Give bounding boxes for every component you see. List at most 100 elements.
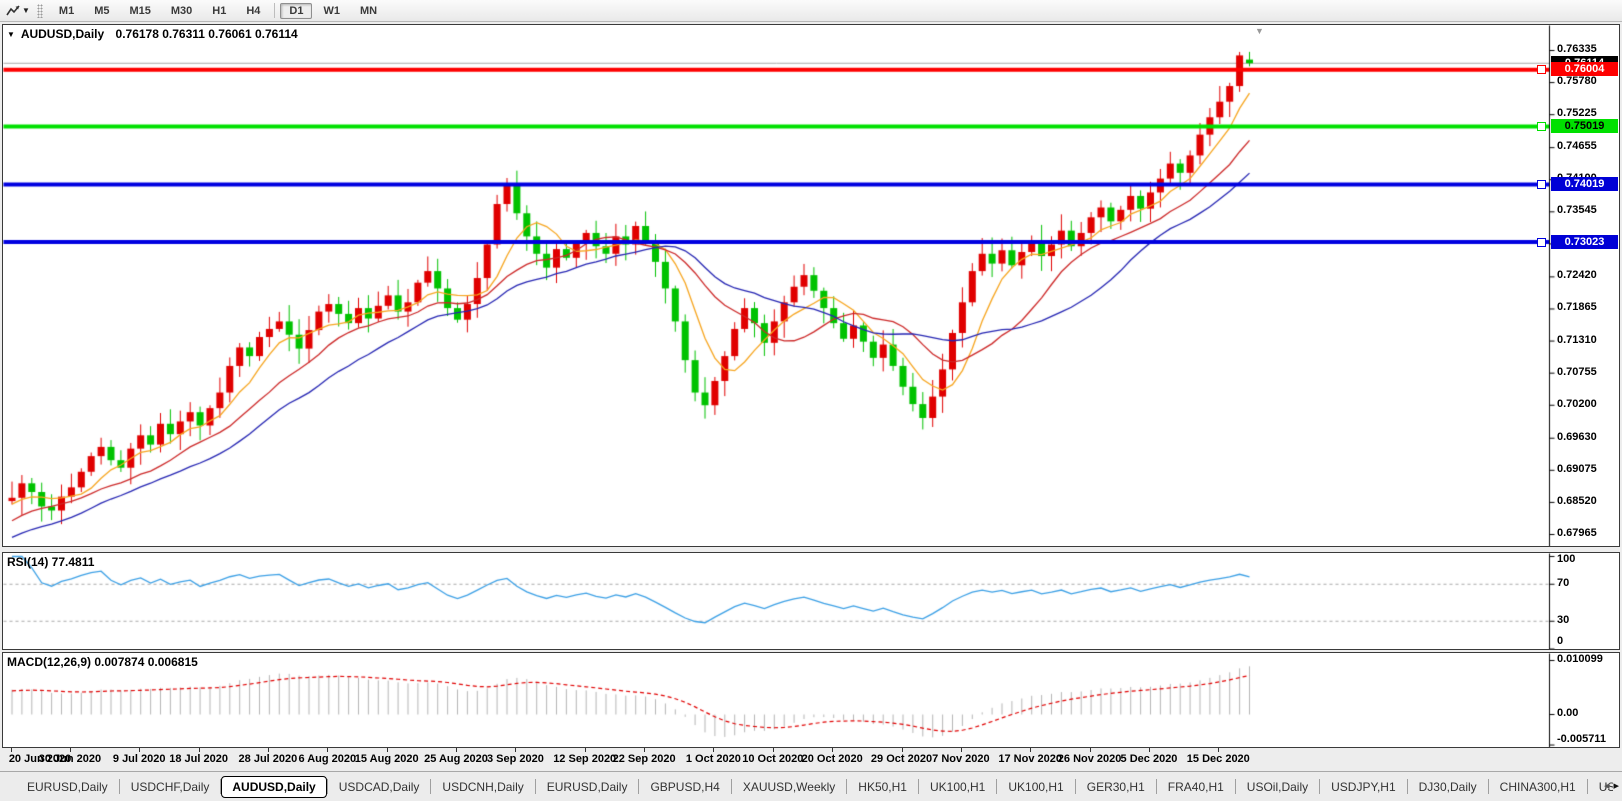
date-tick <box>902 748 903 752</box>
macd-axis-label: -0.005711 <box>1557 733 1619 746</box>
rsi-label: RSI(14) 77.4811 <box>7 555 94 569</box>
chart-tab-uk100-h1[interactable]: UK100,H1 <box>997 776 1074 798</box>
chart-tab-ger30-h1[interactable]: GER30,H1 <box>1076 776 1156 798</box>
date-label: 7 Nov 2020 <box>921 753 1001 765</box>
macd-axis-label: 0.010099 <box>1557 653 1619 666</box>
price-line-badge-076004[interactable]: 0.76004 <box>1551 62 1618 76</box>
price-axis-label: 0.73545 <box>1557 204 1619 217</box>
price-axis-label: 0.72420 <box>1557 269 1619 282</box>
date-axis: 20 Jun 202030 Jun 20209 Jul 202018 Jul 2… <box>2 748 1620 770</box>
price-axis-label: 0.76335 <box>1557 43 1619 56</box>
collapse-triangle-icon[interactable]: ▼ <box>7 30 15 39</box>
date-tick <box>327 748 328 752</box>
macd-canvas[interactable] <box>3 653 1619 747</box>
date-label: 18 Jul 2020 <box>159 753 239 765</box>
chart-tab-uk100-h1[interactable]: UK100,H1 <box>919 776 996 798</box>
chart-tab-hk50-h1[interactable]: HK50,H1 <box>847 776 918 798</box>
date-tick <box>11 748 12 752</box>
chart-tab-usoil-daily[interactable]: USOil,Daily <box>1236 776 1319 798</box>
chart-tab-usdcnh-daily[interactable]: USDCNH,Daily <box>431 776 534 798</box>
rsi-axis-label: 70 <box>1557 577 1619 590</box>
timeframe-button-mn[interactable]: MN <box>351 3 386 19</box>
date-tick <box>1030 748 1031 752</box>
date-tick <box>456 748 457 752</box>
date-tick <box>644 748 645 752</box>
main-chart-canvas[interactable] <box>3 25 1619 546</box>
date-label: 20 Oct 2020 <box>792 753 872 765</box>
timeframe-button-m15[interactable]: M15 <box>120 3 159 19</box>
tabs-scroll-left-icon[interactable]: ◂ <box>1604 779 1610 792</box>
price-line-badge-075019[interactable]: 0.75019 <box>1551 119 1618 133</box>
date-label: 15 Aug 2020 <box>347 753 427 765</box>
price-axis-label: 0.67965 <box>1557 527 1619 540</box>
date-tick <box>1218 748 1219 752</box>
chart-tab-usdjpy-h1[interactable]: USDJPY,H1 <box>1320 776 1406 798</box>
price-line-badge-073023[interactable]: 0.73023 <box>1551 235 1618 249</box>
rsi-panel: RSI(14) 77.4811 100 70 30 0 <box>2 552 1620 650</box>
toolbar-separator <box>274 3 275 18</box>
timeframe-button-h4[interactable]: H4 <box>237 3 269 19</box>
date-tick <box>773 748 774 752</box>
price-axis-label: 0.71865 <box>1557 301 1619 314</box>
tabs-scroll-right-icon[interactable]: ▸ <box>1613 779 1619 792</box>
timeframe-button-w1[interactable]: W1 <box>314 3 349 19</box>
chart-tab-gbpusd-h4[interactable]: GBPUSD,H4 <box>639 776 730 798</box>
date-label: 30 Jun 2020 <box>30 753 110 765</box>
date-tick <box>713 748 714 752</box>
date-tick <box>139 748 140 752</box>
hline-drag-handle[interactable] <box>1537 122 1546 131</box>
main-chart-panel: ▼ AUDUSD,Daily 0.76178 0.76311 0.76061 0… <box>2 24 1620 547</box>
rsi-canvas[interactable] <box>3 553 1619 649</box>
date-tick <box>268 748 269 752</box>
date-label: 15 Dec 2020 <box>1178 753 1258 765</box>
date-tick <box>961 748 962 752</box>
timeframe-button-d1[interactable]: D1 <box>280 3 312 19</box>
chart-cursor-icon[interactable] <box>4 3 22 19</box>
date-label: 22 Sep 2020 <box>604 753 684 765</box>
price-line-badge-074019[interactable]: 0.74019 <box>1551 177 1618 191</box>
macd-panel: MACD(12,26,9) 0.007874 0.006815 0.010099… <box>2 652 1620 748</box>
chart-tab-fra40-h1[interactable]: FRA40,H1 <box>1157 776 1235 798</box>
date-tick <box>1149 748 1150 752</box>
chart-tab-china300-h1[interactable]: CHINA300,H1 <box>1489 776 1587 798</box>
chart-title-ohlc: 0.76178 0.76311 0.76061 0.76114 <box>116 27 298 41</box>
chart-tab-xauusd-weekly[interactable]: XAUUSD,Weekly <box>732 776 846 798</box>
date-tick <box>515 748 516 752</box>
hline-drag-handle[interactable] <box>1537 180 1546 189</box>
timeframe-toolbar: ▼ M1M5M15M30H1H4 D1W1MN <box>0 0 1622 22</box>
chart-window: ▼ AUDUSD,Daily 0.76178 0.76311 0.76061 0… <box>2 24 1620 770</box>
chart-tab-dj30-daily[interactable]: DJ30,Daily <box>1408 776 1488 798</box>
timeframe-button-m1[interactable]: M1 <box>50 3 83 19</box>
price-axis-label: 0.70755 <box>1557 366 1619 379</box>
price-axis-label: 0.68520 <box>1557 495 1619 508</box>
price-axis-label: 0.69630 <box>1557 431 1619 444</box>
chart-tab-usdcad-daily[interactable]: USDCAD,Daily <box>328 776 431 798</box>
date-tick <box>832 748 833 752</box>
rsi-axis-label: 0 <box>1557 635 1619 648</box>
chart-tab-eurusd-daily[interactable]: EURUSD,Daily <box>16 776 119 798</box>
date-tick <box>199 748 200 752</box>
date-tick <box>1090 748 1091 752</box>
price-axis-label: 0.70200 <box>1557 398 1619 411</box>
toolbar-grip[interactable] <box>37 4 43 18</box>
hline-drag-handle[interactable] <box>1537 65 1546 74</box>
chart-title: ▼ AUDUSD,Daily 0.76178 0.76311 0.76061 0… <box>7 27 298 41</box>
macd-axis-label: 0.00 <box>1557 707 1619 720</box>
price-axis-label: 0.71310 <box>1557 334 1619 347</box>
chart-tool-dropdown-caret-icon[interactable]: ▼ <box>22 6 30 15</box>
macd-label: MACD(12,26,9) 0.007874 0.006815 <box>7 655 198 669</box>
chart-tab-audusd-daily[interactable]: AUDUSD,Daily <box>221 776 326 798</box>
timeframe-buttons: M1M5M15M30H1H4 D1W1MN <box>49 3 387 19</box>
timeframe-button-m5[interactable]: M5 <box>85 3 118 19</box>
chart-title-symbol: AUDUSD,Daily <box>21 27 104 41</box>
hline-drag-handle[interactable] <box>1537 238 1546 247</box>
chart-shift-marker-icon[interactable]: ▼ <box>1255 26 1264 36</box>
rsi-axis-label: 30 <box>1557 614 1619 627</box>
rsi-axis-label: 100 <box>1557 553 1619 566</box>
date-tick <box>585 748 586 752</box>
timeframe-button-h1[interactable]: H1 <box>203 3 235 19</box>
date-tick <box>70 748 71 752</box>
chart-tab-eurusd-daily[interactable]: EURUSD,Daily <box>536 776 639 798</box>
timeframe-button-m30[interactable]: M30 <box>162 3 201 19</box>
chart-tab-usdchf-daily[interactable]: USDCHF,Daily <box>120 776 221 798</box>
